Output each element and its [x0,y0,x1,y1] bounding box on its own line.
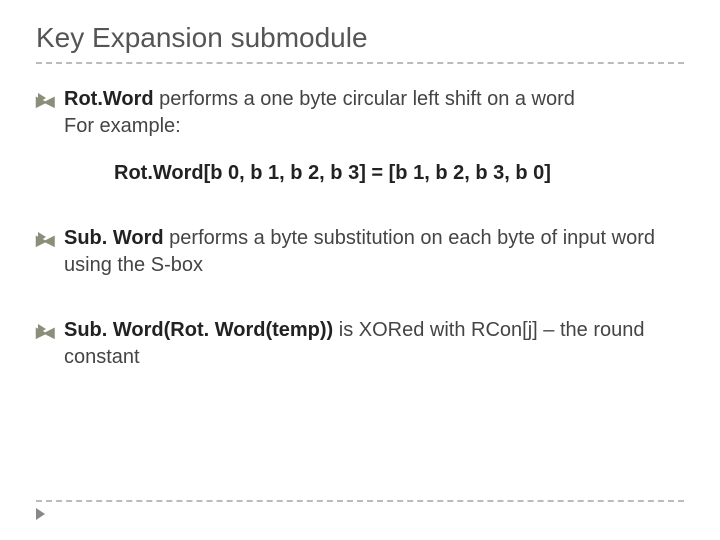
bullet-list: ▶◀ Rot.Word performs a one byte circular… [36,86,684,371]
bullet-icon: ▶◀ [36,323,52,342]
term: Sub. Word [64,227,164,249]
slide: Key Expansion submodule ▶◀ Rot.Word perf… [0,0,720,371]
formula: Rot.Word[b 0, b 1, b 2, b 3] = [b 1, b 2… [114,160,684,187]
bullet-subtext: For example: [64,113,684,140]
term: Rot.Word [64,88,154,110]
bullet-item: ▶◀ Sub. Word performs a byte substitutio… [36,225,684,279]
bullet-item: ▶◀ Rot.Word performs a one byte circular… [36,86,684,187]
term: Sub. Word(Rot. Word(temp)) [64,319,333,341]
bullet-icon: ▶◀ [36,231,52,250]
page-marker-icon [36,508,45,520]
bullet-item: ▶◀ Sub. Word(Rot. Word(temp)) is XORed w… [36,317,684,371]
slide-title: Key Expansion submodule [36,22,684,64]
bullet-icon: ▶◀ [36,92,52,111]
bottom-divider [36,500,684,502]
bullet-text: performs a one byte circular left shift … [154,88,575,110]
